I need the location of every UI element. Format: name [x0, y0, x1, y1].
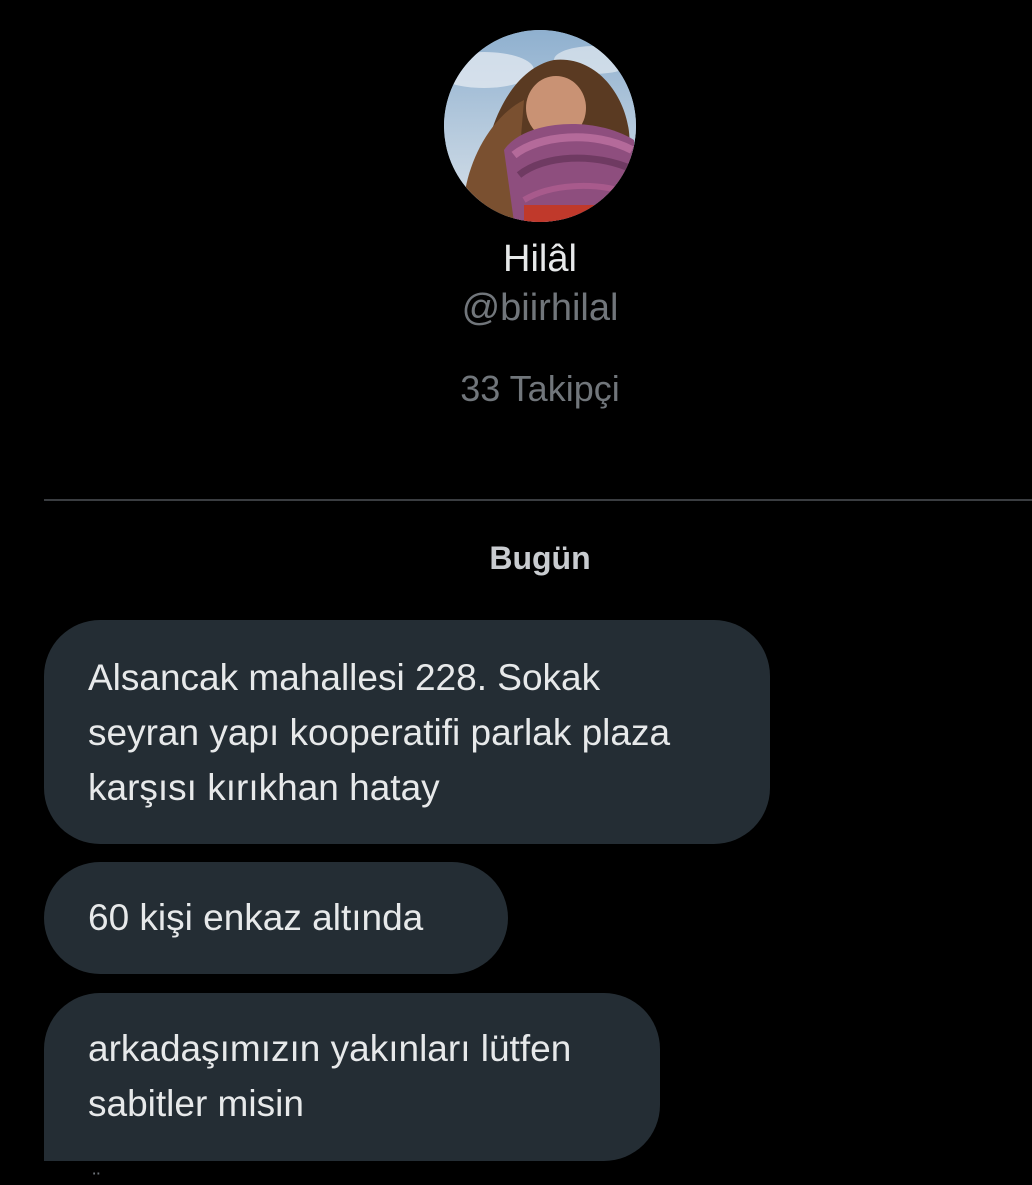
- followers-count[interactable]: 33 Takipçi: [0, 366, 1032, 412]
- cutoff-message-text: ..̈: [84, 1170, 97, 1185]
- message-bubble[interactable]: Alsancak mahallesi 228. Sokak seyran yap…: [44, 620, 770, 844]
- message-text: 60 kişi enkaz altında: [88, 897, 424, 938]
- display-name[interactable]: Hilâl: [0, 236, 1032, 282]
- profile-header: Hilâl @biirhilal 33 Takipçi: [0, 0, 1032, 500]
- message-text: arkadaşımızın yakınları lütfen sabitler …: [88, 1028, 572, 1124]
- message-bubble[interactable]: 60 kişi enkaz altında: [44, 862, 508, 974]
- username-handle[interactable]: @biirhilal: [0, 285, 1032, 331]
- date-separator: Bugün: [489, 540, 591, 576]
- divider: [44, 499, 1032, 501]
- message-bubble[interactable]: arkadaşımızın yakınları lütfen sabitler …: [44, 993, 660, 1161]
- avatar[interactable]: [444, 30, 636, 222]
- profile-photo-icon: [444, 30, 636, 222]
- message-text: Alsancak mahallesi 228. Sokak seyran yap…: [88, 657, 671, 808]
